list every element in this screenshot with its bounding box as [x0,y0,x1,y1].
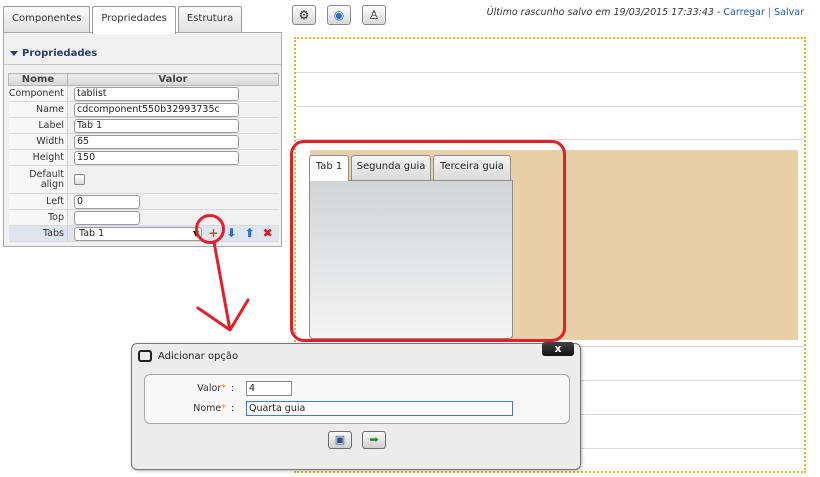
save-link[interactable]: Salvar [774,7,804,18]
table-row: Width 65 [8,133,279,150]
properties-header[interactable]: Propriedades [4,43,281,65]
value-label: Valor* [197,383,226,394]
default-align-checkbox[interactable] [74,174,85,185]
required-mark: * [221,403,226,414]
paintbrush-icon: ♙ [368,8,380,22]
save-exit-icon: ➡ [369,433,379,446]
table-row: Default align [8,165,279,194]
dialog-form: Valor* : 4 Nome* : Quarta guia [144,374,570,424]
prop-label: Name [8,101,68,118]
left-tab-bar: Componentes Propriedades Estrutura [3,6,243,34]
top-field[interactable] [74,210,140,225]
prop-label: Default align [8,165,68,194]
col-value-header: Valor [67,73,279,86]
demo-tab-1[interactable]: Tab 1 [309,155,349,181]
left-field[interactable]: 0 [74,194,140,209]
name-colon: : [231,403,235,414]
tabs-select-value: Tab 1 [79,227,105,239]
settings-button[interactable]: ⚙ [292,5,316,25]
properties-title: Propriedades [22,48,98,59]
gear-icon: ⚙ [298,8,310,22]
value-colon: : [231,383,235,394]
width-field[interactable]: 65 [74,134,239,149]
chat-bubble-icon [138,350,152,362]
canvas-row-divider [296,106,804,107]
prop-label: Component [8,85,68,102]
dialog-title: Adicionar opção [138,350,238,362]
canvas-row-divider [296,72,804,73]
prop-label: Top [8,209,68,226]
table-row: Name cdcomponent550b32993735c [8,101,279,118]
name-input[interactable]: Quarta guia [246,401,513,416]
properties-table: Nome Valor Component tablist Name cdcomp… [8,73,279,242]
value-input[interactable]: 4 [246,381,292,396]
table-row: Component tablist [8,85,279,102]
load-link[interactable]: Carregar [723,7,765,18]
floppy-disk-icon: ▣ [334,433,346,446]
save-button[interactable]: ▣ [328,431,352,449]
annotation-arrow-icon [196,240,250,332]
prop-label: Tabs [8,225,68,242]
name-label: Nome* [193,403,226,414]
collapse-triangle-icon[interactable] [10,50,18,56]
col-name-header: Nome [8,73,68,86]
close-button[interactable]: x [542,342,574,356]
label-field[interactable]: Tab 1 [74,118,239,133]
required-mark: * [221,383,226,394]
add-option-dialog: Adicionar opção x Valor* : 4 Nome* : Qua… [131,342,581,470]
table-row: Top [8,209,279,226]
draft-status: Último rascunho salvo em 19/03/2015 17:3… [487,7,804,18]
tab-estrutura[interactable]: Estrutura [177,6,243,32]
style-button[interactable]: ♙ [362,5,386,25]
properties-panel: Propriedades Nome Valor Component tablis… [3,32,282,247]
dialog-title-text: Adicionar opção [158,351,239,362]
prop-label: Left [8,193,68,210]
component-field[interactable]: tablist [74,86,239,101]
tabs-select[interactable]: Tab 1 [74,226,202,241]
table-row: Left 0 [8,193,279,210]
globe-icon: ◉ [333,8,345,22]
table-row: Label Tab 1 [8,117,279,134]
tab-propriedades[interactable]: Propriedades [92,6,176,34]
prop-label: Width [8,133,68,150]
preview-button[interactable]: ◉ [327,5,351,25]
status-separator: | [767,7,772,18]
name-field[interactable]: cdcomponent550b32993735c [74,102,239,117]
name-row: Nome* : Quarta guia [145,401,569,417]
prop-label: Label [8,117,68,134]
prop-label: Height [8,149,68,166]
draft-message: Último rascunho salvo em 19/03/2015 17:3… [486,7,721,18]
save-and-exit-button[interactable]: ➡ [362,431,386,449]
height-field[interactable]: 150 [74,150,239,165]
table-row: Height 150 [8,149,279,166]
tab-componentes[interactable]: Componentes [3,6,91,32]
value-row: Valor* : 4 [145,381,569,397]
delete-icon[interactable]: ✖ [261,227,274,240]
